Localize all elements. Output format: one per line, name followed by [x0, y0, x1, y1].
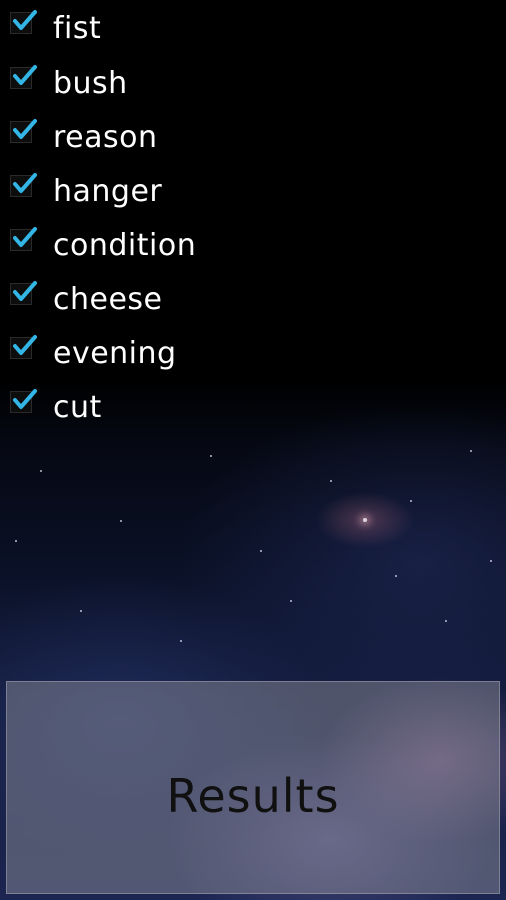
checkmark-icon — [13, 335, 37, 355]
checkbox[interactable] — [10, 227, 37, 251]
star — [330, 480, 332, 482]
list-item[interactable]: condition — [10, 225, 196, 265]
checkbox[interactable] — [10, 65, 37, 89]
list-item[interactable]: evening — [10, 333, 177, 373]
star — [210, 455, 212, 457]
results-button[interactable]: Results — [6, 681, 500, 894]
item-label: reason — [53, 119, 158, 155]
list-item[interactable]: hanger — [10, 171, 162, 211]
checkmark-icon — [13, 10, 37, 30]
checkmark-icon — [13, 119, 37, 139]
checkbox[interactable] — [10, 335, 37, 359]
results-button-label: Results — [166, 768, 340, 823]
star — [15, 540, 17, 542]
list-item[interactable]: reason — [10, 117, 158, 157]
star — [290, 600, 292, 602]
checkmark-icon — [13, 389, 37, 409]
star — [180, 640, 182, 642]
star — [40, 470, 42, 472]
item-label: bush — [53, 65, 128, 101]
list-item[interactable]: bush — [10, 63, 128, 103]
star — [410, 500, 412, 502]
checkbox[interactable] — [10, 173, 37, 197]
checkmark-icon — [13, 65, 37, 85]
list-item[interactable]: fist — [10, 8, 101, 48]
item-label: hanger — [53, 173, 163, 209]
item-label: cut — [53, 389, 102, 425]
star — [80, 610, 82, 612]
checkbox[interactable] — [10, 389, 37, 413]
star — [395, 575, 397, 577]
item-label: cheese — [53, 281, 163, 317]
checkbox[interactable] — [10, 281, 37, 305]
star — [260, 550, 262, 552]
star — [120, 520, 122, 522]
bright-star — [363, 518, 367, 522]
checkmark-icon — [13, 281, 37, 301]
screen: fist bush reason hanger condition cheese… — [0, 0, 506, 900]
item-label: condition — [53, 227, 197, 263]
checkmark-icon — [13, 227, 37, 247]
star — [445, 620, 447, 622]
star — [470, 450, 472, 452]
checkmark-icon — [13, 173, 37, 193]
star — [490, 560, 492, 562]
list-item[interactable]: cheese — [10, 279, 163, 319]
checkbox[interactable] — [10, 10, 37, 34]
list-item[interactable]: cut — [10, 387, 102, 427]
checkbox[interactable] — [10, 119, 37, 143]
item-label: evening — [53, 335, 177, 371]
item-label: fist — [53, 10, 102, 46]
